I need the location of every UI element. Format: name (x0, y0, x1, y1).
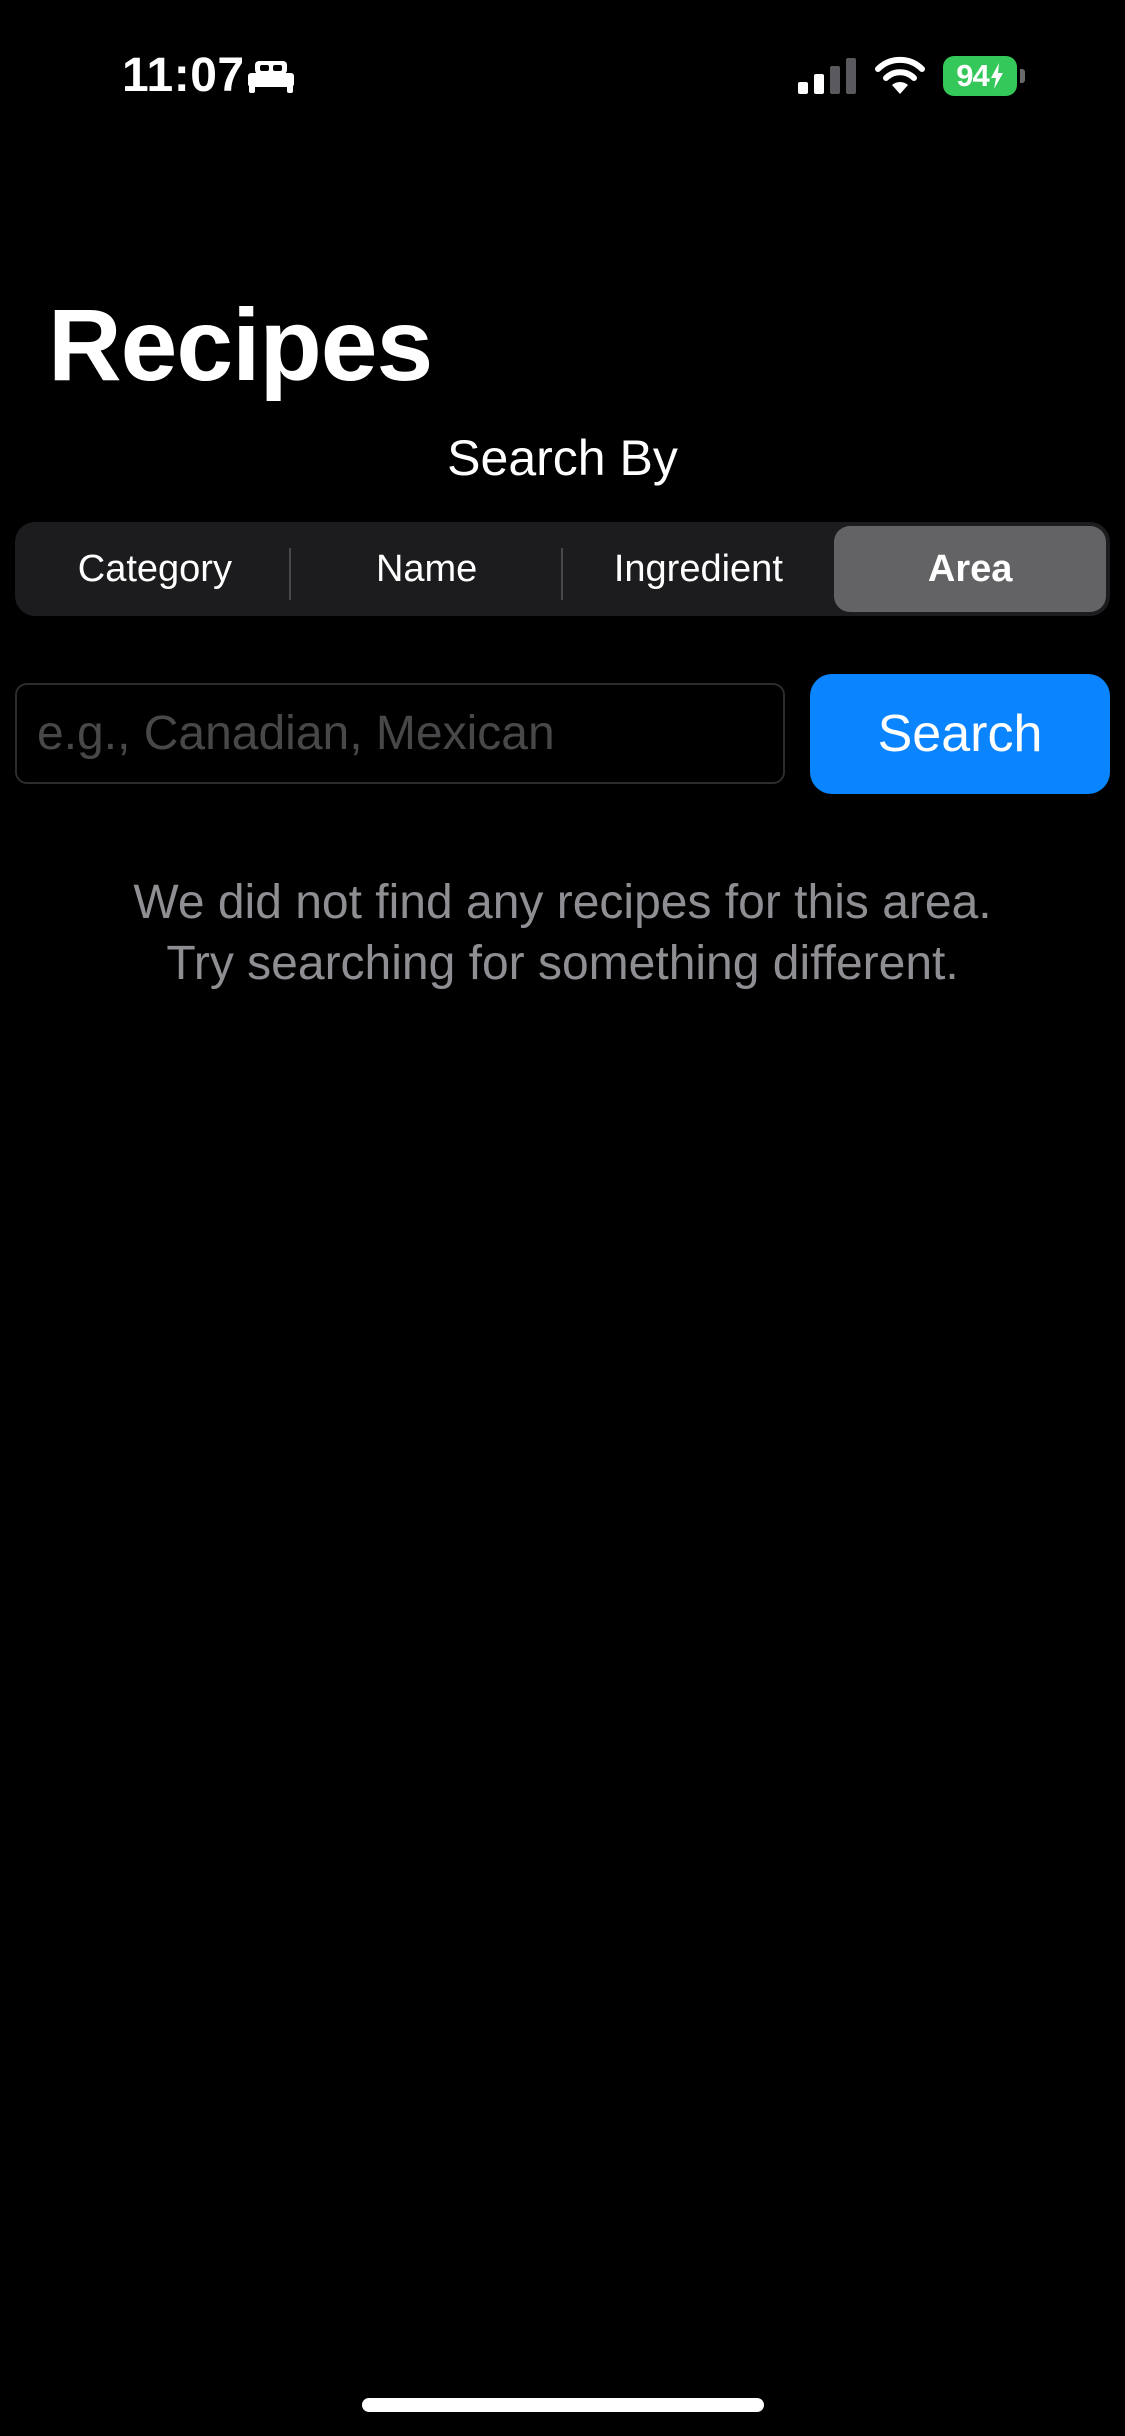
segment-category[interactable]: Category (19, 526, 291, 612)
empty-state-line-2: Try searching for something different. (166, 937, 959, 990)
cellular-signal-icon (798, 58, 856, 94)
search-button[interactable]: Search (810, 674, 1110, 794)
search-input[interactable] (15, 683, 785, 784)
page-title: Recipes (48, 288, 433, 402)
segment-name[interactable]: Name (291, 526, 563, 612)
status-bar: 11:07 94 (0, 0, 1125, 150)
segment-area[interactable]: Area (834, 526, 1106, 612)
status-time: 11:07 (122, 49, 245, 102)
battery-level: 94 (943, 56, 1017, 96)
charging-bolt-icon (990, 63, 1003, 89)
battery-cap (1020, 69, 1025, 83)
sleep-focus-icon (248, 61, 294, 93)
battery-charging-icon: 94 (943, 56, 1025, 96)
wifi-icon (875, 56, 925, 94)
empty-state-message: We did not find any recipes for this are… (0, 872, 1125, 994)
empty-state-line-1: We did not find any recipes for this are… (133, 876, 992, 929)
home-indicator[interactable] (362, 2398, 764, 2412)
battery-percent: 94 (956, 58, 989, 93)
search-by-segmented-control: Category Name Ingredient Area (15, 522, 1110, 616)
search-by-label: Search By (447, 430, 678, 486)
segment-ingredient[interactable]: Ingredient (563, 526, 835, 612)
